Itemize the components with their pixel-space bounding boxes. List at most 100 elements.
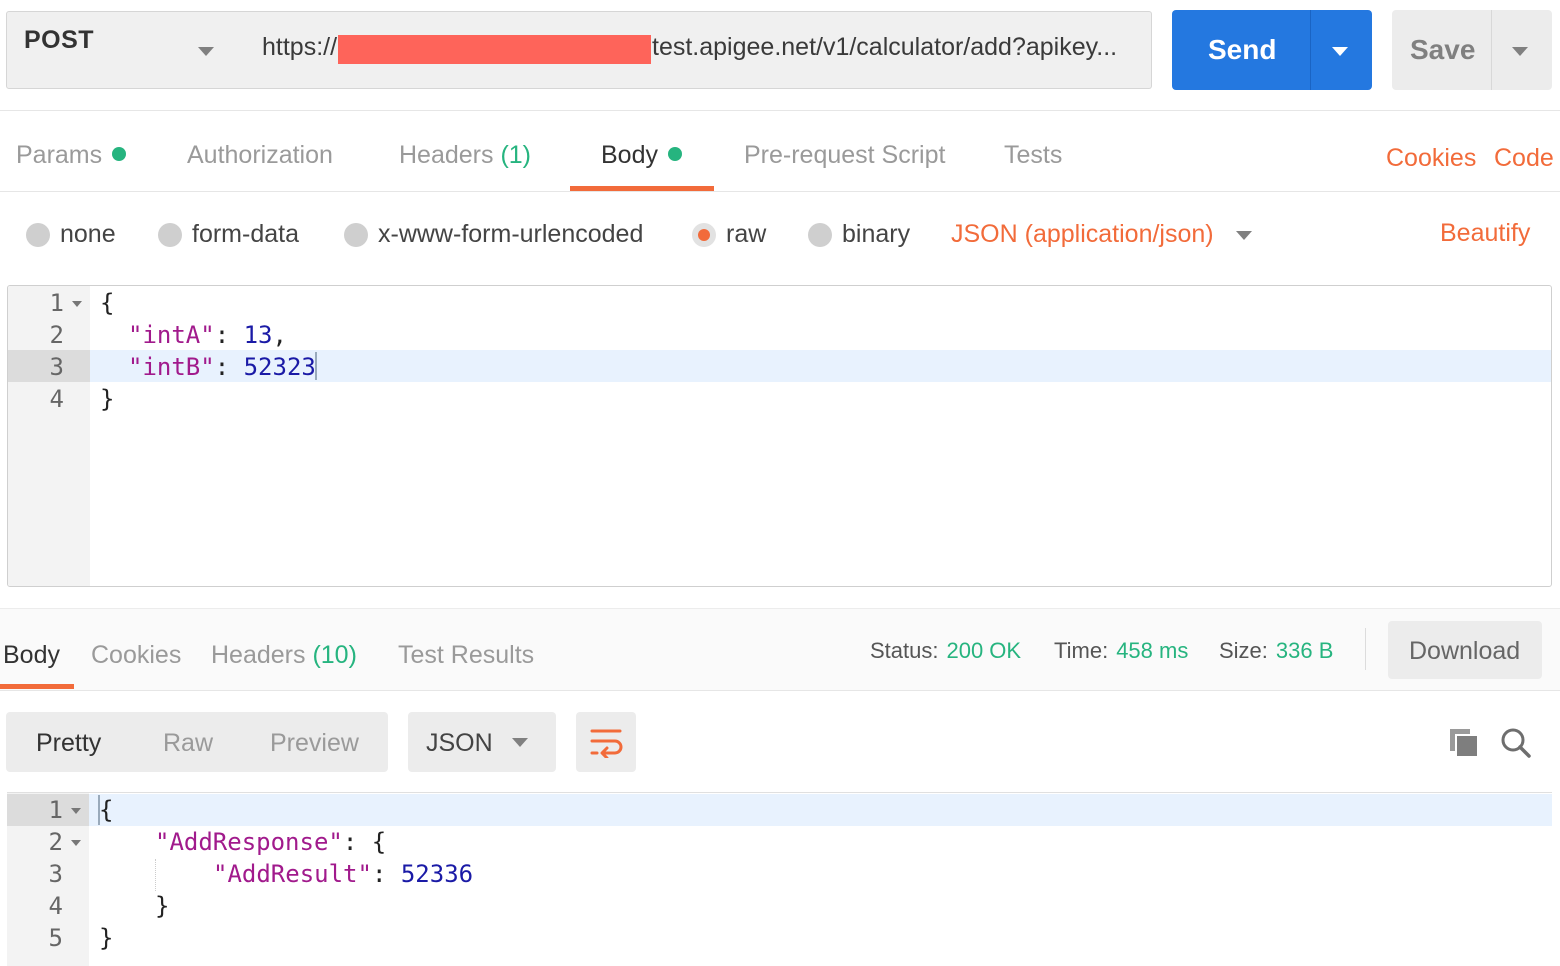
code-close-brace: } [155, 892, 170, 920]
status-readout: Status: 200 OK [870, 638, 1021, 664]
response-tab-headers[interactable]: Headers (10) [211, 641, 357, 670]
url-prefix: https:// [262, 33, 338, 61]
line-number: 2 [49, 321, 64, 349]
view-raw[interactable]: Raw [163, 729, 213, 758]
content-type-select[interactable]: JSON (application/json) [951, 220, 1214, 249]
fold-arrow-icon[interactable] [71, 808, 81, 814]
line-number: 4 [48, 892, 63, 920]
radio-form-data-label[interactable]: form-data [192, 220, 299, 249]
format-label: JSON [426, 729, 493, 757]
divider [1365, 628, 1366, 670]
tab-prerequest-script[interactable]: Pre-request Script [744, 141, 945, 170]
send-divider [1310, 10, 1311, 90]
search-icon[interactable] [1500, 727, 1532, 759]
radio-form-data[interactable] [158, 223, 182, 247]
radio-none[interactable] [26, 223, 50, 247]
line-number: 3 [48, 860, 63, 888]
code-close-brace: } [99, 924, 114, 952]
code-line: "AddResult": 52336 [213, 860, 474, 888]
response-tab-body[interactable]: Body [3, 641, 60, 670]
save-options-chevron-icon[interactable] [1512, 47, 1528, 56]
time-label: Time: [1054, 638, 1109, 663]
method-label: POST [24, 26, 95, 54]
code-link[interactable]: Code [1494, 144, 1554, 173]
status-value: 200 OK [946, 638, 1022, 663]
status-label: Status: [870, 638, 939, 663]
response-headers-count: (10) [312, 641, 357, 669]
response-tab-test-results[interactable]: Test Results [398, 641, 534, 670]
size-readout: Size: 336 B [1219, 638, 1333, 664]
view-preview[interactable]: Preview [270, 729, 359, 758]
line-number: 3 [49, 353, 64, 381]
active-tab-underline [0, 684, 74, 689]
divider [0, 110, 1560, 111]
request-body-editor[interactable]: 1 2 3 4 { "intA": 13, "intB": 52323 } [7, 285, 1552, 587]
json-key: "AddResponse" [155, 828, 343, 856]
tab-body[interactable]: Body [601, 141, 682, 170]
size-label: Size: [1219, 638, 1268, 663]
json-value: 52336 [400, 860, 474, 888]
code-close-brace: } [100, 385, 115, 413]
response-tab-cookies[interactable]: Cookies [91, 641, 181, 670]
json-value: 13 [243, 321, 273, 349]
fold-arrow-icon[interactable] [71, 840, 81, 846]
code-line: "intA": 13, [128, 321, 287, 349]
beautify-link[interactable]: Beautify [1440, 219, 1530, 248]
radio-urlencoded[interactable] [344, 223, 368, 247]
radio-raw-label[interactable]: raw [726, 220, 766, 249]
radio-none-label[interactable]: none [60, 220, 116, 249]
chevron-down-icon[interactable] [512, 738, 528, 747]
code-line: "intB": 52323 [128, 353, 316, 381]
tab-headers-label: Headers [399, 141, 494, 169]
code-open-brace: { [99, 796, 114, 824]
json-key: "intB" [128, 353, 215, 381]
line-number: 1 [48, 796, 63, 824]
tab-headers[interactable]: Headers (1) [399, 141, 531, 170]
tab-params[interactable]: Params [16, 141, 127, 170]
code-open-brace: { [100, 289, 115, 317]
params-indicator-dot [112, 147, 127, 162]
radio-raw[interactable] [692, 223, 716, 247]
tab-body-label: Body [601, 141, 658, 169]
time-readout: Time: 458 ms [1054, 638, 1188, 664]
chevron-down-icon[interactable] [198, 47, 214, 56]
radio-urlencoded-label[interactable]: x-www-form-urlencoded [378, 220, 643, 249]
time-value: 458 ms [1116, 638, 1189, 663]
json-value: 52323 [243, 353, 316, 381]
copy-icon[interactable] [1448, 727, 1480, 759]
fold-arrow-icon[interactable] [72, 301, 82, 307]
url-text: test.apigee.net/v1/calculator/add?apikey… [652, 33, 1118, 61]
chevron-down-icon[interactable] [1236, 231, 1252, 240]
url-redaction [338, 35, 651, 64]
divider [0, 191, 1560, 192]
tab-params-label: Params [16, 141, 103, 169]
json-key: "AddResult" [213, 860, 372, 888]
response-body-viewer[interactable]: 1 2 3 4 5 { "AddResponse": { "AddResult"… [7, 792, 1552, 966]
save-divider [1491, 10, 1492, 90]
wrap-lines-icon [590, 729, 623, 758]
send-options-chevron-icon[interactable] [1332, 47, 1348, 56]
wrap-lines-button[interactable] [576, 712, 636, 772]
line-number: 4 [49, 385, 64, 413]
cookies-link[interactable]: Cookies [1386, 144, 1476, 173]
line-number: 1 [49, 289, 64, 317]
size-value: 336 B [1275, 638, 1334, 663]
json-key: "intA" [128, 321, 215, 349]
save-label: Save [1410, 34, 1476, 65]
line-number: 2 [48, 828, 63, 856]
send-label: Send [1208, 34, 1277, 65]
active-line-highlight [89, 794, 1552, 826]
radio-binary[interactable] [808, 223, 832, 247]
line-number: 5 [48, 924, 63, 952]
text-cursor [315, 352, 317, 380]
body-indicator-dot [667, 147, 682, 162]
view-pretty[interactable]: Pretty [36, 729, 101, 758]
tab-tests[interactable]: Tests [1004, 141, 1062, 170]
headers-count: (1) [500, 141, 532, 169]
download-label: Download [1409, 637, 1521, 665]
indent-guide [155, 859, 156, 891]
tab-authorization[interactable]: Authorization [187, 141, 333, 170]
radio-binary-label[interactable]: binary [842, 220, 910, 249]
response-tab-headers-label: Headers [211, 641, 306, 669]
code-line: "AddResponse": { [155, 828, 387, 856]
